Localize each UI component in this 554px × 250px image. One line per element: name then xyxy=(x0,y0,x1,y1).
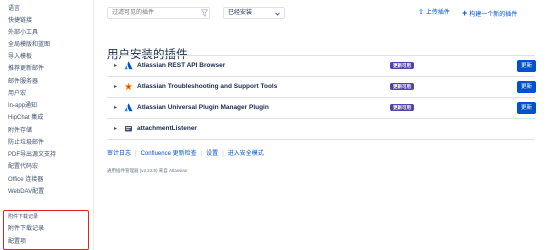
plugin-row-rest-api-browser[interactable]: ▸ Atlassian REST API Browser 更新可用 更新 xyxy=(107,56,536,77)
update-check-link[interactable]: Confluence 更新检查 xyxy=(141,151,197,157)
upload-icon: ⇧ xyxy=(418,9,424,16)
plugin-row-attachment-listener[interactable]: ▸ attachmentListener xyxy=(107,119,535,140)
atlassian-logo-icon xyxy=(124,61,133,70)
expand-caret-icon[interactable]: ▸ xyxy=(114,63,117,69)
sidebar-item-attachment-download-log[interactable]: 附件下载记录 xyxy=(8,225,44,233)
sidebar-item-mail-servers[interactable]: 邮件服务器 xyxy=(8,78,38,86)
sidebar-item-attachment-storage[interactable]: 附件存储 xyxy=(8,127,32,135)
sidebar-item-office-connector[interactable]: Office 连接器 xyxy=(8,176,43,184)
sidebar-item-external-gadgets[interactable]: 外部小工具 xyxy=(8,29,38,37)
sidebar-item-hipchat[interactable]: HipChat 集成 xyxy=(8,114,43,122)
expand-caret-icon[interactable]: ▸ xyxy=(114,105,117,111)
plugin-row-troubleshooting-tools[interactable]: ▸ Atlassian Troubleshooting and Support … xyxy=(107,77,536,98)
sidebar-item-webdav[interactable]: WebDAV配置 xyxy=(8,188,44,196)
plugin-row-universal-plugin-manager[interactable]: ▸ Atlassian Universal Plugin Manager Plu… xyxy=(107,98,536,119)
sidebar-item-shortcut-links[interactable]: 快捷链接 xyxy=(8,17,32,25)
update-available-badge: 更新可用 xyxy=(390,104,414,111)
sidebar-item-pdf-export[interactable]: PDF导出源文支持 xyxy=(8,151,56,159)
build-plugin-link[interactable]: + 构建一个新的插件 xyxy=(462,9,517,19)
atlassian-logo-icon xyxy=(124,103,133,112)
plugin-status-select[interactable]: 已经安装 xyxy=(223,7,285,19)
sidebar-item-in-app-notifications[interactable]: In-app通知 xyxy=(8,102,37,110)
plugin-name: Atlassian REST API Browser xyxy=(137,62,226,69)
plugin-filter-input[interactable] xyxy=(107,7,210,19)
sidebar-item-language[interactable]: 语言 xyxy=(8,5,20,13)
settings-link[interactable]: 设置 xyxy=(206,151,218,157)
link-separator: | xyxy=(222,151,224,157)
plugin-name: Atlassian Universal Plugin Manager Plugi… xyxy=(137,104,269,111)
plugin-list: ▸ Atlassian REST API Browser 更新可用 更新 ▸ A… xyxy=(107,55,536,140)
sidebar-item-recommended-updates-email[interactable]: 推荐更新邮件 xyxy=(8,65,44,73)
sidebar-item-config[interactable]: 配置项 xyxy=(8,238,26,246)
link-separator: | xyxy=(200,151,203,157)
filter-icon xyxy=(201,9,208,17)
link-separator: | xyxy=(135,151,137,157)
bottom-links: 审计日志 | Confluence 更新检查 | 设置 | 进入安全模式 xyxy=(107,150,264,158)
chevron-down-icon xyxy=(275,12,280,16)
sidebar-item-attachment-download-log-header[interactable]: 附件下载记录 xyxy=(8,213,38,221)
plugin-name: Atlassian Troubleshooting and Support To… xyxy=(137,83,278,90)
sidebar-item-global-templates[interactable]: 全局模版和蓝图 xyxy=(8,41,50,49)
plugin-icon xyxy=(125,126,132,132)
update-button[interactable]: 更新 xyxy=(517,81,536,93)
update-available-badge: 更新可用 xyxy=(390,83,414,90)
update-button[interactable]: 更新 xyxy=(517,102,536,114)
upm-version-note: 通用插件管理器 (v2.22.9) 来自 Atlassian xyxy=(107,168,188,173)
update-button[interactable]: 更新 xyxy=(517,60,536,72)
plugin-name: attachmentListener xyxy=(137,125,197,132)
sidebar-item-spam-prevention[interactable]: 防止垃圾邮件 xyxy=(8,139,44,147)
update-available-badge: 更新可用 xyxy=(390,62,414,69)
plugin-status-select-value: 已经安装 xyxy=(228,10,253,16)
safe-mode-link[interactable]: 进入安全模式 xyxy=(228,151,264,157)
upload-plugin-link[interactable]: ⇧ 上传插件 xyxy=(418,9,450,17)
admin-sidebar: 语言 快捷链接 外部小工具 全局模版和蓝图 导入模板 推荐更新邮件 邮件服务器 … xyxy=(0,0,94,250)
expand-caret-icon[interactable]: ▸ xyxy=(114,126,117,132)
main-content: 已经安装 ⇧上传插件 +构建一个新的插件 用户安装的插件 ▸ Atlassian… xyxy=(94,0,554,250)
support-tools-icon xyxy=(124,82,133,91)
sidebar-item-code-macro[interactable]: 配置代码宏 xyxy=(8,163,38,171)
sidebar-item-user-macros[interactable]: 用户宏 xyxy=(8,90,26,98)
plus-icon: + xyxy=(462,8,468,18)
audit-log-link[interactable]: 审计日志 xyxy=(107,151,131,157)
sidebar-item-import-templates[interactable]: 导入模板 xyxy=(8,53,32,61)
expand-caret-icon[interactable]: ▸ xyxy=(114,84,117,90)
